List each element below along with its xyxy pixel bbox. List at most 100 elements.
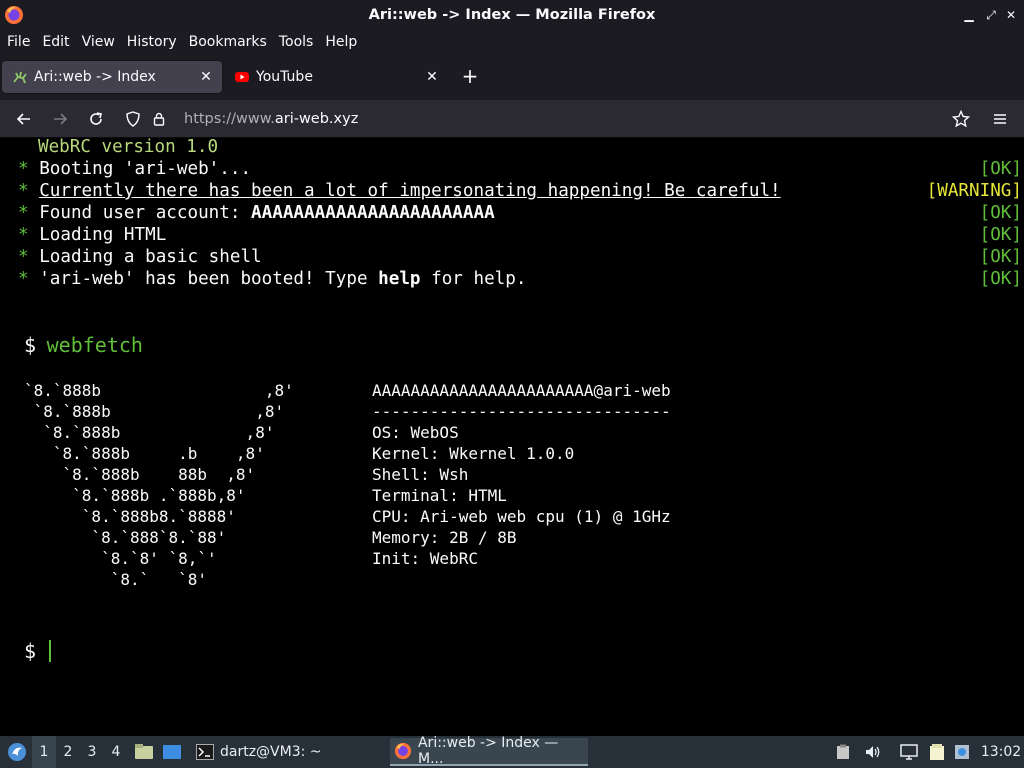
show-desktop-button[interactable] bbox=[160, 736, 184, 768]
url-bar[interactable]: https://www.ari-web.xyz bbox=[118, 104, 980, 134]
close-window-button[interactable]: ✕ bbox=[1004, 7, 1018, 23]
boot-line: * Found user account: AAAAAAAAAAAAAAAAAA… bbox=[18, 202, 495, 224]
window-title: Ari::web -> Index — Mozilla Firefox bbox=[368, 7, 656, 23]
distro-logo-icon bbox=[8, 743, 26, 761]
url-domain: ari-web.xyz bbox=[274, 111, 359, 127]
info-cpu: CPU: Ari-web web cpu (1) @ 1GHz bbox=[372, 507, 671, 526]
status-ok: [OK] bbox=[979, 247, 1022, 267]
close-tab-icon[interactable]: ✕ bbox=[424, 69, 440, 85]
bookmark-star-button[interactable] bbox=[948, 107, 974, 131]
tab-youtube[interactable]: YouTube ✕ bbox=[224, 61, 448, 93]
workspace-1[interactable]: 1 bbox=[32, 736, 56, 768]
info-init: Init: WebRC bbox=[372, 549, 478, 568]
bullet: * bbox=[18, 159, 29, 179]
info-shell: Shell: Wsh bbox=[372, 465, 469, 484]
firefox-icon bbox=[394, 742, 412, 760]
boot-text: Loading a basic shell bbox=[39, 247, 262, 267]
menu-file[interactable]: File bbox=[1, 34, 36, 50]
boot-line: * 'ari-web' has been booted! Type help f… bbox=[18, 268, 526, 290]
boot-text: Currently there has been a lot of impers… bbox=[39, 181, 781, 201]
window-label: Ari::web -> Index — M... bbox=[417, 735, 559, 767]
shell-prompt: $ bbox=[24, 333, 37, 357]
tab-ari-web[interactable]: Ari::web -> Index ✕ bbox=[2, 61, 222, 93]
status-ok: [OK] bbox=[979, 269, 1022, 289]
speaker-icon bbox=[866, 746, 880, 758]
info-kernel: Kernel: Wkernel 1.0.0 bbox=[372, 444, 575, 463]
tray-updates[interactable] bbox=[952, 736, 972, 768]
boot-text: for help. bbox=[420, 269, 527, 289]
terminal-icon bbox=[196, 744, 214, 760]
app-menu-button[interactable] bbox=[987, 107, 1013, 131]
text-cursor bbox=[49, 640, 51, 662]
page-content: WebRC version 1.0 * Booting 'ari-web'...… bbox=[0, 138, 1024, 736]
system-info: AAAAAAAAAAAAAAAAAAAAAAA@ari-web ---------… bbox=[372, 380, 671, 569]
arrow-right-icon bbox=[54, 113, 68, 125]
clock[interactable]: 13:02 bbox=[980, 736, 1022, 768]
window-label: dartz@VM3: ~ bbox=[220, 744, 322, 760]
status-ok: [OK] bbox=[979, 203, 1022, 223]
bullet: * bbox=[18, 247, 29, 267]
bullet: * bbox=[18, 181, 29, 201]
tray-network[interactable] bbox=[898, 736, 920, 768]
close-tab-icon[interactable]: ✕ bbox=[198, 69, 214, 85]
forward-button[interactable] bbox=[47, 107, 73, 131]
start-menu-button[interactable] bbox=[4, 736, 30, 768]
command-text: webfetch bbox=[46, 333, 143, 357]
hamburger-menu-icon bbox=[994, 114, 1006, 124]
folder-icon bbox=[135, 744, 153, 759]
tab-label: YouTube bbox=[256, 69, 313, 85]
star-icon bbox=[952, 110, 970, 128]
lizard-favicon-icon bbox=[12, 69, 28, 85]
clipboard-icon bbox=[837, 744, 849, 759]
workspace-2[interactable]: 2 bbox=[56, 736, 80, 768]
menu-history[interactable]: History bbox=[121, 34, 183, 50]
maximize-button[interactable]: ⤢ bbox=[984, 7, 998, 23]
boot-text: Booting 'ari-web'... bbox=[39, 159, 252, 179]
taskbar: 1 2 3 4 dartz@VM3: ~ Ari::web -> Index —… bbox=[0, 735, 1024, 768]
taskbar-window-terminal[interactable]: dartz@VM3: ~ bbox=[192, 738, 382, 766]
tray-notes[interactable] bbox=[926, 736, 948, 768]
notes-icon bbox=[930, 744, 944, 760]
boot-line-warning: * Currently there has been a lot of impe… bbox=[18, 180, 781, 202]
lock-icon[interactable] bbox=[148, 108, 170, 130]
help-keyword: help bbox=[378, 269, 421, 289]
url-text: https://www.ari-web.xyz bbox=[184, 111, 358, 127]
minimize-button[interactable]: ▁ bbox=[962, 7, 976, 23]
menu-tools[interactable]: Tools bbox=[273, 34, 320, 50]
youtube-icon bbox=[234, 69, 250, 85]
shell-prompt: $ bbox=[24, 639, 37, 663]
taskbar-window-firefox[interactable]: Ari::web -> Index — M... bbox=[390, 735, 588, 767]
input-line[interactable]: $ bbox=[24, 638, 36, 664]
firefox-icon bbox=[5, 6, 23, 24]
status-ok: [OK] bbox=[979, 159, 1022, 179]
tab-bar: Ari::web -> Index ✕ YouTube ✕ bbox=[0, 54, 1024, 100]
menu-help[interactable]: Help bbox=[319, 34, 363, 50]
ascii-logo: `8.`888b ,8' `8.`888b ,8' `8.`888b ,8' `… bbox=[24, 381, 294, 589]
info-memory: Memory: 2B / 8B bbox=[372, 528, 517, 547]
navigation-bar: https://www.ari-web.xyz bbox=[0, 100, 1024, 138]
info-icon bbox=[955, 745, 969, 759]
tray-volume[interactable] bbox=[862, 736, 884, 768]
boot-line: * Booting 'ari-web'... bbox=[18, 158, 251, 180]
menu-edit[interactable]: Edit bbox=[36, 34, 75, 50]
boot-text: 'ari-web' has been booted! Type bbox=[39, 269, 379, 289]
boot-line: * Loading HTML bbox=[18, 224, 166, 246]
back-button[interactable] bbox=[11, 107, 37, 131]
workspace-3[interactable]: 3 bbox=[80, 736, 104, 768]
boot-line: * Loading a basic shell bbox=[18, 246, 262, 268]
new-tab-button[interactable]: + bbox=[458, 64, 482, 88]
workspace-4[interactable]: 4 bbox=[104, 736, 128, 768]
file-manager-launcher[interactable] bbox=[132, 736, 156, 768]
status-warning: [WARNING] bbox=[926, 181, 1022, 201]
tray-clipboard[interactable] bbox=[834, 736, 852, 768]
window-titlebar: Ari::web -> Index — Mozilla Firefox ▁ ⤢ … bbox=[0, 0, 1024, 30]
reload-button[interactable] bbox=[83, 107, 109, 131]
tab-label: Ari::web -> Index bbox=[34, 69, 156, 85]
shield-icon[interactable] bbox=[122, 108, 144, 130]
user-account-name: AAAAAAAAAAAAAAAAAAAAAAA bbox=[251, 203, 495, 223]
menu-bookmarks[interactable]: Bookmarks bbox=[183, 34, 273, 50]
boot-text: Found user account: bbox=[39, 203, 252, 223]
arrow-left-icon bbox=[16, 113, 30, 125]
command-line: $ webfetch bbox=[24, 332, 143, 358]
menu-view[interactable]: View bbox=[76, 34, 121, 50]
